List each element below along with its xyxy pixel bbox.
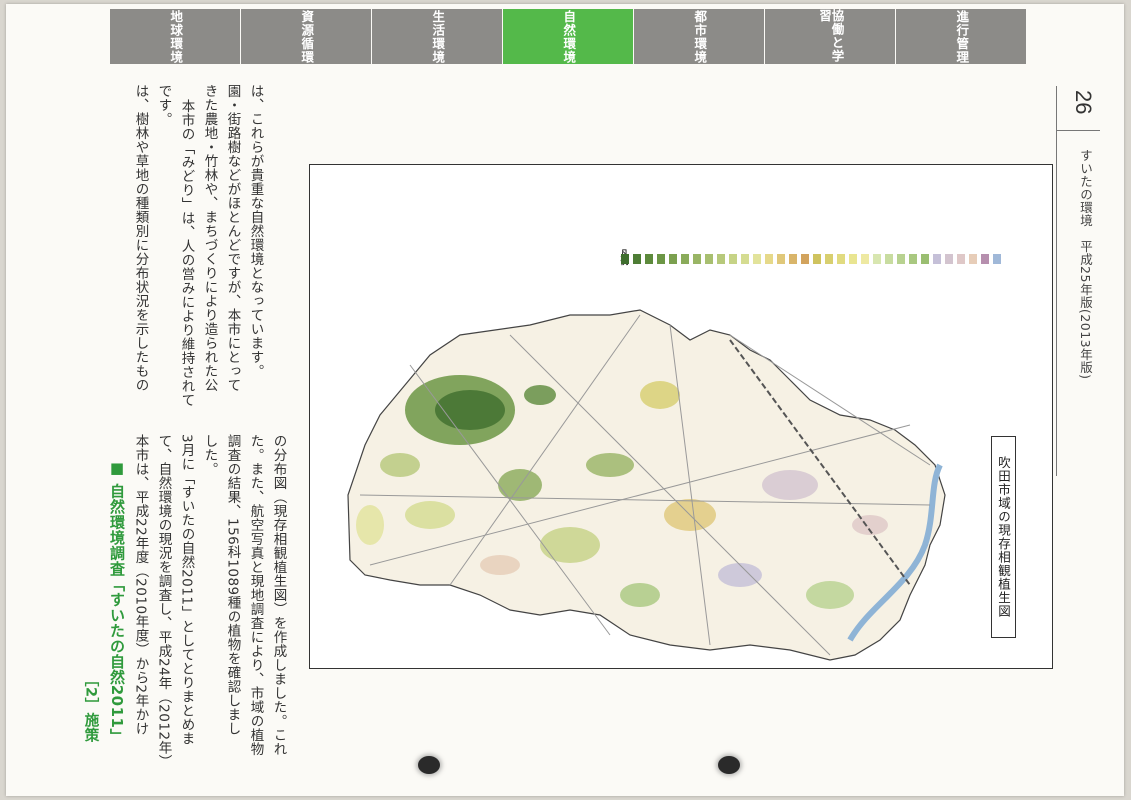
tab-label: 協働と学習 xyxy=(817,9,845,63)
legend-swatch xyxy=(729,254,737,264)
legend-swatch xyxy=(981,254,989,264)
legend-swatch xyxy=(657,254,665,264)
legend-swatch xyxy=(945,254,953,264)
category-tab-bar: 地球環境 資源循環 生活環境 自然環境 都市環境 協働と学習 進行管理 xyxy=(110,9,1027,64)
legend-swatch xyxy=(633,254,641,264)
tab-living-environment[interactable]: 生活環境 xyxy=(372,9,503,64)
legend-swatch xyxy=(789,254,797,264)
paragraph-line: した。 xyxy=(201,434,218,476)
tab-label: 生活環境 xyxy=(430,9,446,64)
paragraph-line: きた農地・竹林や、まちづくりにより造られた公 xyxy=(201,84,218,392)
paragraph-line: 園・街路樹などがほとんどですが、本市にとって xyxy=(224,84,241,392)
publication-title: すいたの環境 平成25年版(2013年版) xyxy=(1078,149,1093,380)
vegetation-map xyxy=(347,309,946,661)
tab-natural-environment[interactable]: 自然環境 xyxy=(503,9,634,64)
tab-global-environment[interactable]: 地球環境 xyxy=(110,9,241,64)
paragraph-line: 本市の「みどり」は、人の営みにより維持されて xyxy=(178,99,195,407)
legend-swatch xyxy=(621,254,629,264)
paragraph-line: は、樹林や草地の種類別に分布状況を示したもの xyxy=(132,84,149,392)
legend-swatch xyxy=(753,254,761,264)
paragraph-line: 本市は、平成22年度（2010年度）から2年かけ xyxy=(132,434,149,736)
punch-hole xyxy=(418,756,440,774)
legend-swatch xyxy=(765,254,773,264)
tab-label: 資源循環 xyxy=(299,9,315,64)
legend-swatch xyxy=(957,254,965,264)
legend-swatch xyxy=(873,254,881,264)
legend-swatch xyxy=(717,254,725,264)
legend-swatch xyxy=(969,254,977,264)
legend-swatch xyxy=(909,254,917,264)
legend-swatch xyxy=(693,254,701,264)
page-number: 26 xyxy=(1071,90,1096,115)
figure-caption-box: 吹田市域の現存相観植生図 xyxy=(991,436,1016,638)
legend-swatch xyxy=(837,254,845,264)
paragraph-line: 調査の結果、156科1089種の植物を確認しまし xyxy=(224,434,241,736)
city-boundary xyxy=(347,309,946,661)
legend-swatch xyxy=(669,254,677,264)
legend-swatch xyxy=(813,254,821,264)
footer-divider xyxy=(1056,86,1057,476)
tab-label: 進行管理 xyxy=(954,9,970,64)
paragraph-line: は、これらが貴重な自然環境となっています。 xyxy=(247,84,264,378)
tab-progress-management[interactable]: 進行管理 xyxy=(896,9,1027,64)
legend-swatch xyxy=(933,254,941,264)
legend-swatch xyxy=(801,254,809,264)
tab-label: 地球環境 xyxy=(168,9,184,64)
legend-swatch xyxy=(705,254,713,264)
section-label: ［2］施策 xyxy=(82,672,99,743)
vegetation-map-figure xyxy=(309,164,1053,669)
punch-hole xyxy=(718,756,740,774)
legend-swatch xyxy=(921,254,929,264)
legend-swatch xyxy=(849,254,857,264)
document-page: 地球環境 資源循環 生活環境 自然環境 都市環境 協働と学習 進行管理 26 す… xyxy=(6,4,1124,796)
legend-swatch xyxy=(993,254,1001,264)
paragraph-line: 3月に「すいたの自然2011」としてとりまとめま xyxy=(178,434,195,746)
park-area xyxy=(435,390,505,430)
legend-swatch xyxy=(897,254,905,264)
paragraph-line: の分布図（現存相観植生図）を作成しました。これ xyxy=(270,434,287,756)
paragraph-line: た。また、航空写真と現地調査により、市域の植物 xyxy=(247,434,264,756)
legend-swatch xyxy=(861,254,869,264)
legend-swatch xyxy=(645,254,653,264)
legend-swatch xyxy=(885,254,893,264)
tab-resource-circulation[interactable]: 資源循環 xyxy=(241,9,372,64)
legend-swatch xyxy=(681,254,689,264)
footer-divider xyxy=(1056,130,1100,131)
tab-label: 自然環境 xyxy=(561,9,577,64)
tab-urban-environment[interactable]: 都市環境 xyxy=(634,9,765,64)
paragraph-line: て、自然環境の現況を調査し、平成24年（2012年） xyxy=(155,434,172,769)
paragraph-line: です。 xyxy=(155,84,172,126)
tab-label: 都市環境 xyxy=(692,9,708,64)
legend-swatch xyxy=(777,254,785,264)
figure-caption: 吹田市域の現存相観植生図 xyxy=(996,456,1011,618)
section-heading: ■ 自然環境調査「すいたの自然2011」 xyxy=(108,459,126,744)
tab-collaboration-learning[interactable]: 協働と学習 xyxy=(765,9,896,64)
legend-swatch xyxy=(825,254,833,264)
legend-swatch xyxy=(741,254,749,264)
page-footer: 26 すいたの環境 平成25年版(2013年版) xyxy=(1056,4,1124,796)
